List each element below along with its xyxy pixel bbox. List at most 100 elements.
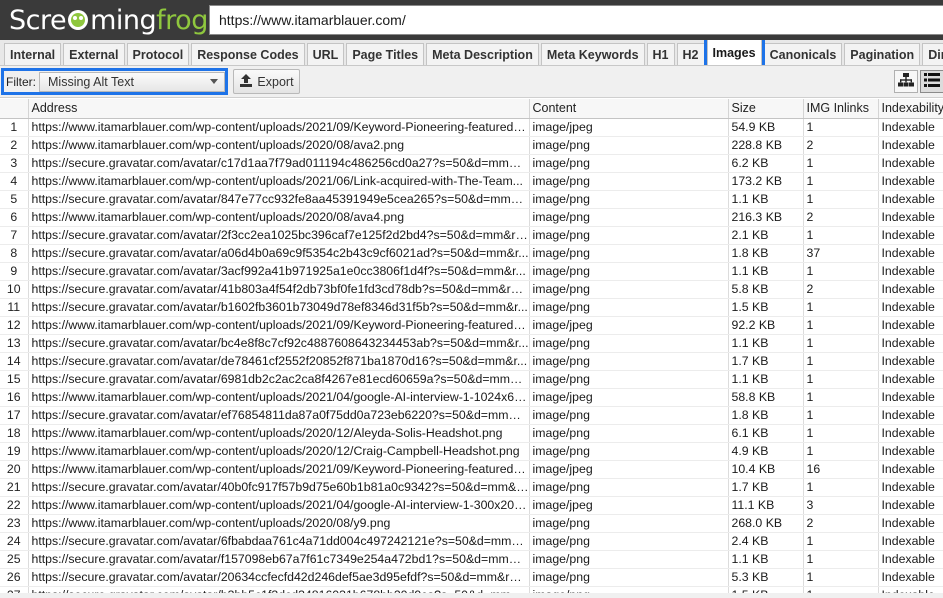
tab-url[interactable]: URL	[306, 43, 345, 65]
filter-dropdown[interactable]: Missing Alt Text	[39, 71, 225, 92]
tab-meta-keywords[interactable]: Meta Keywords	[540, 43, 645, 65]
img-inlinks-cell: 37	[803, 244, 879, 263]
content-type-cell: image/png	[529, 136, 729, 155]
img-inlinks-cell: 1	[803, 154, 879, 173]
table-row[interactable]: 25 https://secure.gravatar.com/avatar/f15…	[0, 550, 943, 569]
address-cell: https://www.itamarblauer.com/wp-content/…	[28, 388, 530, 407]
table-row[interactable]: 2 https://www.itamarblauer.com/wp-content…	[0, 136, 943, 155]
col-header-indexability[interactable]: Indexability	[878, 99, 943, 119]
table-row[interactable]: 10 https://secure.gravatar.com/avatar/41b…	[0, 280, 943, 299]
row-index-cell: 6	[0, 208, 29, 227]
address-cell: https://www.itamarblauer.com/wp-content/…	[28, 208, 530, 227]
table-row[interactable]: 18 https://www.itamarblauer.com/wp-conten…	[0, 424, 943, 443]
sitemap-icon	[898, 73, 914, 90]
table-header-row: Address Content Size IMG Inlinks Indexab…	[0, 99, 943, 119]
indexability-cell: Indexable	[878, 352, 943, 371]
horizontal-scrollbar[interactable]	[0, 593, 943, 598]
table-row[interactable]: 21 https://secure.gravatar.com/avatar/40b…	[0, 478, 943, 497]
table-row[interactable]: 9 https://secure.gravatar.com/avatar/3acf…	[0, 262, 943, 281]
export-button[interactable]: Export	[233, 69, 300, 94]
col-header-img-inlinks[interactable]: IMG Inlinks	[803, 99, 879, 119]
table-row[interactable]: 6 https://www.itamarblauer.com/wp-content…	[0, 208, 943, 227]
table-row[interactable]: 15 https://secure.gravatar.com/avatar/698…	[0, 370, 943, 389]
table-row[interactable]: 11 https://secure.gravatar.com/avatar/b16…	[0, 298, 943, 317]
tab-response-codes[interactable]: Response Codes	[191, 43, 305, 65]
table-row[interactable]: 17 https://secure.gravatar.com/avatar/ef7…	[0, 406, 943, 425]
tab-internal[interactable]: Internal	[4, 43, 62, 65]
size-cell: 4.9 KB	[728, 442, 804, 461]
indexability-cell: Indexable	[878, 136, 943, 155]
tab-protocol[interactable]: Protocol	[126, 43, 190, 65]
col-header-address[interactable]: Address	[28, 99, 530, 119]
tree-view-button[interactable]	[894, 70, 918, 93]
content-type-cell: image/png	[529, 352, 729, 371]
row-index-cell: 17	[0, 406, 29, 425]
table-row[interactable]: 8 https://secure.gravatar.com/avatar/a06d…	[0, 244, 943, 263]
content-type-cell: image/png	[529, 208, 729, 227]
content-type-cell: image/png	[529, 550, 729, 569]
img-inlinks-cell: 1	[803, 568, 879, 587]
results-table: Address Content Size IMG Inlinks Indexab…	[0, 99, 943, 598]
tab-images[interactable]: Images	[703, 40, 765, 65]
row-index-cell: 4	[0, 172, 29, 191]
row-index-cell: 9	[0, 262, 29, 281]
tab-page-titles[interactable]: Page Titles	[346, 43, 425, 65]
size-cell: 1.1 KB	[728, 262, 804, 281]
list-view-button[interactable]	[920, 70, 943, 93]
table-row[interactable]: 26 https://secure.gravatar.com/avatar/206…	[0, 568, 943, 587]
tab-meta-description[interactable]: Meta Description	[426, 43, 539, 65]
indexability-cell: Indexable	[878, 298, 943, 317]
content-type-cell: image/png	[529, 172, 729, 191]
table-row[interactable]: 7 https://secure.gravatar.com/avatar/2f3c…	[0, 226, 943, 245]
img-inlinks-cell: 16	[803, 460, 879, 479]
table-row[interactable]: 4 https://www.itamarblauer.com/wp-content…	[0, 172, 943, 191]
table-row[interactable]: 22 https://www.itamarblauer.com/wp-conten…	[0, 496, 943, 515]
table-row[interactable]: 20 https://www.itamarblauer.com/wp-conten…	[0, 460, 943, 479]
col-header-index[interactable]	[0, 99, 29, 119]
size-cell: 1.8 KB	[728, 406, 804, 425]
table-row[interactable]: 3 https://secure.gravatar.com/avatar/c17d…	[0, 154, 943, 173]
content-type-cell: image/png	[529, 244, 729, 263]
row-index-cell: 8	[0, 244, 29, 263]
col-header-content[interactable]: Content	[529, 99, 729, 119]
tab-canonicals[interactable]: Canonicals	[763, 43, 843, 65]
logo-text-start: Scre	[9, 4, 67, 36]
table-row[interactable]: 5 https://secure.gravatar.com/avatar/847e…	[0, 190, 943, 209]
img-inlinks-cell: 1	[803, 406, 879, 425]
table-row[interactable]: 24 https://secure.gravatar.com/avatar/6fb…	[0, 532, 943, 551]
table-row[interactable]: 12 https://www.itamarblauer.com/wp-conten…	[0, 316, 943, 335]
table-row[interactable]: 13 https://secure.gravatar.com/avatar/bc4…	[0, 334, 943, 353]
tab-pagination[interactable]: Pagination	[844, 43, 921, 65]
col-header-size[interactable]: Size	[728, 99, 804, 119]
size-cell: 216.3 KB	[728, 208, 804, 227]
address-cell: https://secure.gravatar.com/avatar/2f3cc…	[28, 226, 530, 245]
tab-directives[interactable]: Directives	[922, 43, 943, 65]
indexability-cell: Indexable	[878, 226, 943, 245]
img-inlinks-cell: 1	[803, 370, 879, 389]
row-index-cell: 22	[0, 496, 29, 515]
tab-external[interactable]: External	[63, 43, 125, 65]
indexability-cell: Indexable	[878, 424, 943, 443]
table-row[interactable]: 14 https://secure.gravatar.com/avatar/de7…	[0, 352, 943, 371]
tab-h1[interactable]: H1	[646, 43, 675, 65]
img-inlinks-cell: 1	[803, 118, 879, 137]
size-cell: 1.8 KB	[728, 244, 804, 263]
indexability-cell: Indexable	[878, 244, 943, 263]
img-inlinks-cell: 1	[803, 316, 879, 335]
table-row[interactable]: 1 https://www.itamarblauer.com/wp-content…	[0, 118, 943, 137]
tab-h2[interactable]: H2	[676, 43, 705, 65]
row-index-cell: 10	[0, 280, 29, 299]
indexability-cell: Indexable	[878, 208, 943, 227]
table-row[interactable]: 16 https://www.itamarblauer.com/wp-conten…	[0, 388, 943, 407]
table-row[interactable]: 23 https://www.itamarblauer.com/wp-conten…	[0, 514, 943, 533]
size-cell: 1.5 KB	[728, 298, 804, 317]
content-type-cell: image/png	[529, 370, 729, 389]
url-input[interactable]: https://www.itamarblauer.com/	[209, 5, 943, 35]
row-index-cell: 14	[0, 352, 29, 371]
img-inlinks-cell: 2	[803, 208, 879, 227]
table-row[interactable]: 19 https://www.itamarblauer.com/wp-conten…	[0, 442, 943, 461]
indexability-cell: Indexable	[878, 532, 943, 551]
indexability-cell: Indexable	[878, 388, 943, 407]
indexability-cell: Indexable	[878, 568, 943, 587]
size-cell: 5.3 KB	[728, 568, 804, 587]
